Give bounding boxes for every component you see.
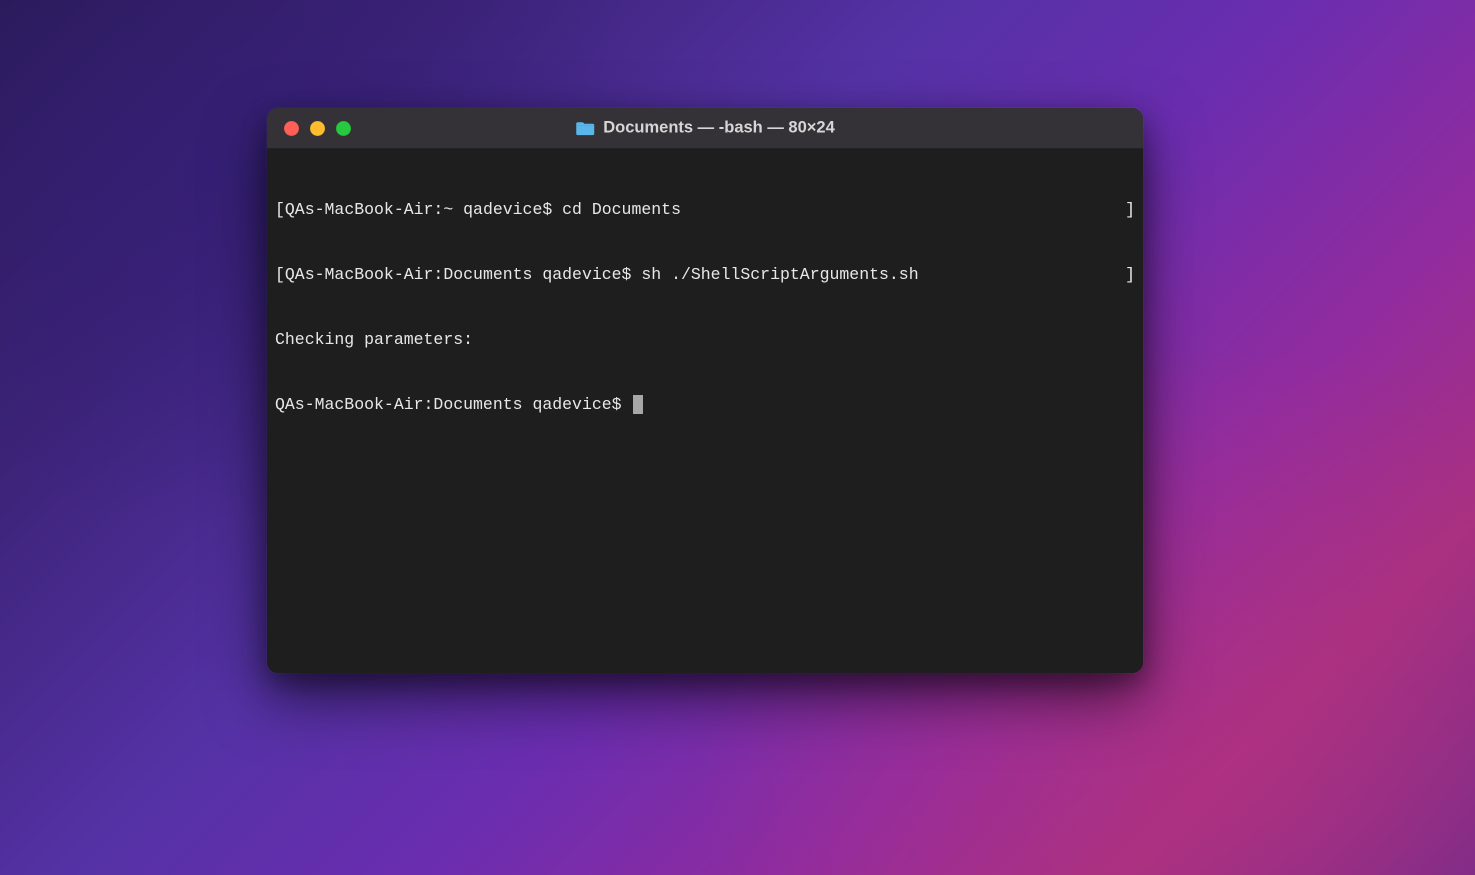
terminal-prompt: QAs-MacBook-Air:Documents qadevice$ xyxy=(275,394,631,416)
bracket-left: [ xyxy=(275,199,285,221)
bracket-right: ] xyxy=(1125,264,1135,286)
window-title: Documents — -bash — 80×24 xyxy=(575,119,835,138)
terminal-text: QAs-MacBook-Air:~ qadevice$ cd Documents xyxy=(285,199,681,221)
window-titlebar[interactable]: Documents — -bash — 80×24 xyxy=(267,108,1143,149)
terminal-line: [QAs-MacBook-Air:Documents qadevice$ sh … xyxy=(275,264,1135,286)
terminal-line: [QAs-MacBook-Air:~ qadevice$ cd Document… xyxy=(275,199,1135,221)
bracket-left: [ xyxy=(275,264,285,286)
terminal-line: Checking parameters: xyxy=(275,329,1135,351)
terminal-text: Checking parameters: xyxy=(275,329,473,351)
close-button[interactable] xyxy=(284,121,299,136)
bracket-right: ] xyxy=(1125,199,1135,221)
traffic-lights xyxy=(284,121,351,136)
terminal-line: QAs-MacBook-Air:Documents qadevice$ xyxy=(275,394,1135,416)
maximize-button[interactable] xyxy=(336,121,351,136)
terminal-text: QAs-MacBook-Air:Documents qadevice$ sh .… xyxy=(285,264,919,286)
window-title-text: Documents — -bash — 80×24 xyxy=(603,119,835,138)
cursor xyxy=(633,395,643,414)
terminal-window[interactable]: Documents — -bash — 80×24 [QAs-MacBook-A… xyxy=(267,108,1143,673)
folder-icon xyxy=(575,120,595,136)
minimize-button[interactable] xyxy=(310,121,325,136)
terminal-body[interactable]: [QAs-MacBook-Air:~ qadevice$ cd Document… xyxy=(267,149,1143,673)
